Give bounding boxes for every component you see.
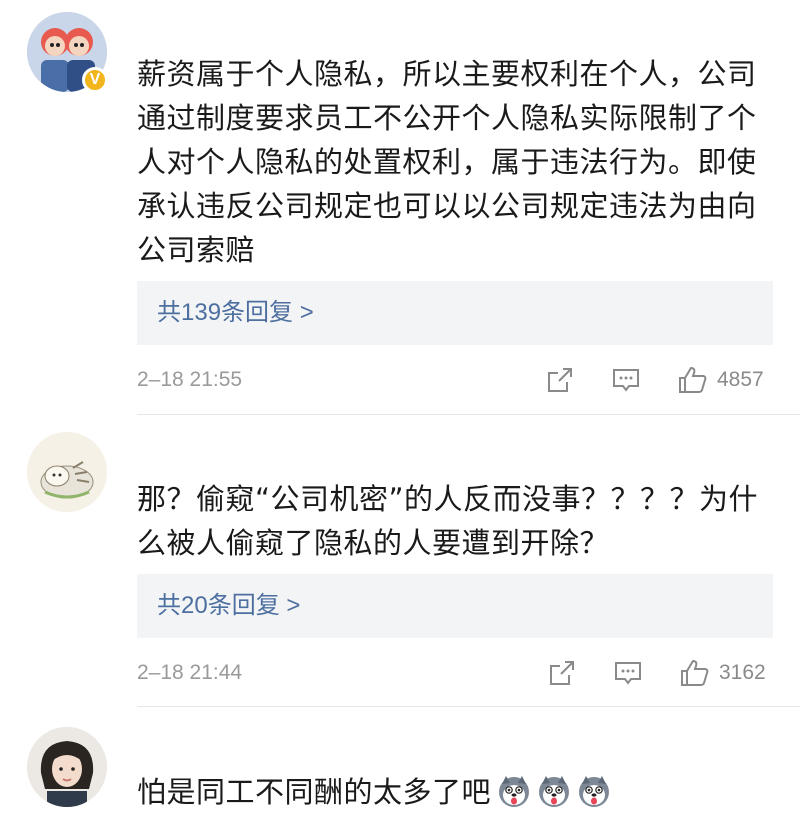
share-icon	[550, 661, 574, 685]
view-replies-link[interactable]: 共20条回复 >	[137, 574, 773, 638]
timestamp: 2–18 21:44	[137, 661, 243, 684]
comment-button[interactable]	[611, 364, 641, 396]
comment-text: 那？偷窥“公司机密”的人反而没事？？？？为什么被人偷窥了隐私的人要遭到开除？	[137, 482, 759, 560]
avatar[interactable]	[27, 727, 107, 807]
view-replies-link[interactable]: 共139条回复 >	[137, 281, 773, 345]
avatar-image	[27, 432, 107, 512]
share-icon	[548, 368, 572, 392]
share-button[interactable]	[545, 364, 575, 396]
husky-dog-emoji	[579, 776, 610, 807]
share-button[interactable]	[547, 657, 577, 689]
comment-meta: 2–18 21:55 4857	[137, 364, 777, 396]
comment-icon	[615, 662, 641, 685]
timestamp: 2–18 21:55	[137, 368, 243, 391]
husky-dog-emoji	[499, 776, 530, 807]
comment-meta: 2–18 21:44 3162	[137, 657, 777, 689]
comment-text-content: 怕是同工不同酬的太多了吧	[137, 775, 492, 809]
divider	[137, 706, 800, 707]
thumbs-up-icon	[681, 659, 709, 686]
like-count: 3162	[719, 661, 766, 684]
divider	[137, 414, 800, 415]
thumbs-up-icon	[679, 366, 707, 393]
verified-badge-icon: V	[82, 67, 108, 93]
comment-icon	[613, 369, 639, 392]
avatar[interactable]	[27, 432, 107, 512]
comment-button[interactable]	[613, 657, 643, 689]
emoji-group	[491, 775, 611, 809]
comment-text: 怕是同工不同酬的太多了吧	[137, 770, 777, 814]
husky-dog-emoji	[539, 776, 570, 807]
like-button[interactable]: 4857	[677, 364, 764, 396]
avatar-image	[27, 727, 107, 807]
comment-text: 薪资属于个人隐私，所以主要权利在个人，公司通过制度要求员工不公开个人隐私实际限制…	[137, 57, 757, 267]
like-button[interactable]: 3162	[679, 657, 766, 689]
like-count: 4857	[717, 368, 764, 391]
